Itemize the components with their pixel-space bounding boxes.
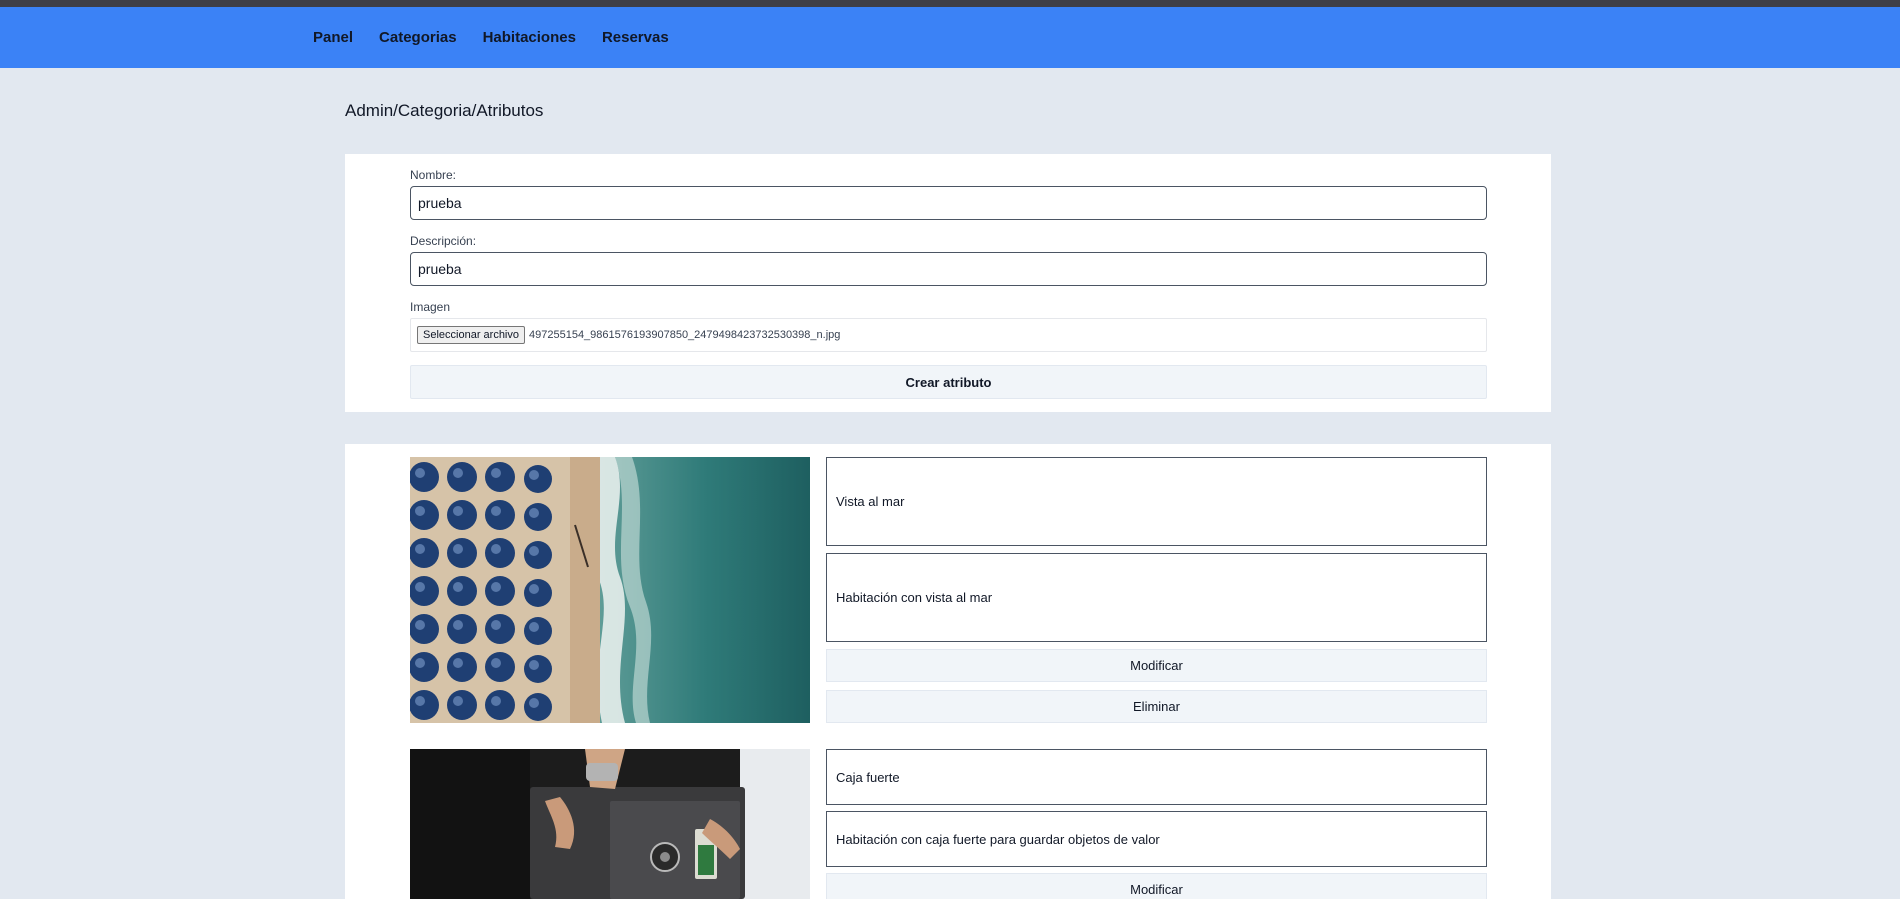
attribute-description-field[interactable]: Habitación con caja fuerte para guardar … xyxy=(826,811,1487,867)
description-input[interactable] xyxy=(410,252,1487,286)
create-attribute-form: Nombre: Descripción: Imagen Seleccionar … xyxy=(345,154,1551,412)
description-label: Descripción: xyxy=(410,234,477,248)
attribute-name-field[interactable]: Vista al mar xyxy=(826,457,1487,546)
modify-button[interactable]: Modificar xyxy=(826,873,1487,899)
safe-image xyxy=(410,749,810,899)
create-attribute-button[interactable]: Crear atributo xyxy=(410,365,1487,399)
choose-file-button[interactable]: Seleccionar archivo xyxy=(417,326,525,344)
attributes-list: Vista al mar Habitación con vista al mar… xyxy=(345,444,1551,899)
name-input[interactable] xyxy=(410,186,1487,220)
image-label: Imagen xyxy=(410,300,451,314)
nav-link-categorias[interactable]: Categorias xyxy=(379,29,457,46)
nav-link-reservas[interactable]: Reservas xyxy=(602,29,669,46)
breadcrumb: Admin/Categoria/Atributos xyxy=(345,101,544,120)
modify-button[interactable]: Modificar xyxy=(826,649,1487,682)
nav-link-habitaciones[interactable]: Habitaciones xyxy=(483,29,576,46)
delete-button[interactable]: Eliminar xyxy=(826,690,1487,723)
selected-file-name: 497255154_9861576193907850_2479498423732… xyxy=(529,329,841,341)
browser-top-strip xyxy=(0,0,1900,7)
safe-photo-image xyxy=(410,749,810,899)
beach-umbrellas-image xyxy=(410,457,810,723)
top-navbar: Panel Categorias Habitaciones Reservas xyxy=(0,7,1900,68)
sea-view-image xyxy=(410,457,810,723)
attribute-name-field[interactable]: Caja fuerte xyxy=(826,749,1487,805)
nav-link-panel[interactable]: Panel xyxy=(313,29,353,46)
name-label: Nombre: xyxy=(410,168,457,182)
image-file-input[interactable]: Seleccionar archivo 497255154_9861576193… xyxy=(410,318,1487,352)
attribute-description-field[interactable]: Habitación con vista al mar xyxy=(826,553,1487,642)
